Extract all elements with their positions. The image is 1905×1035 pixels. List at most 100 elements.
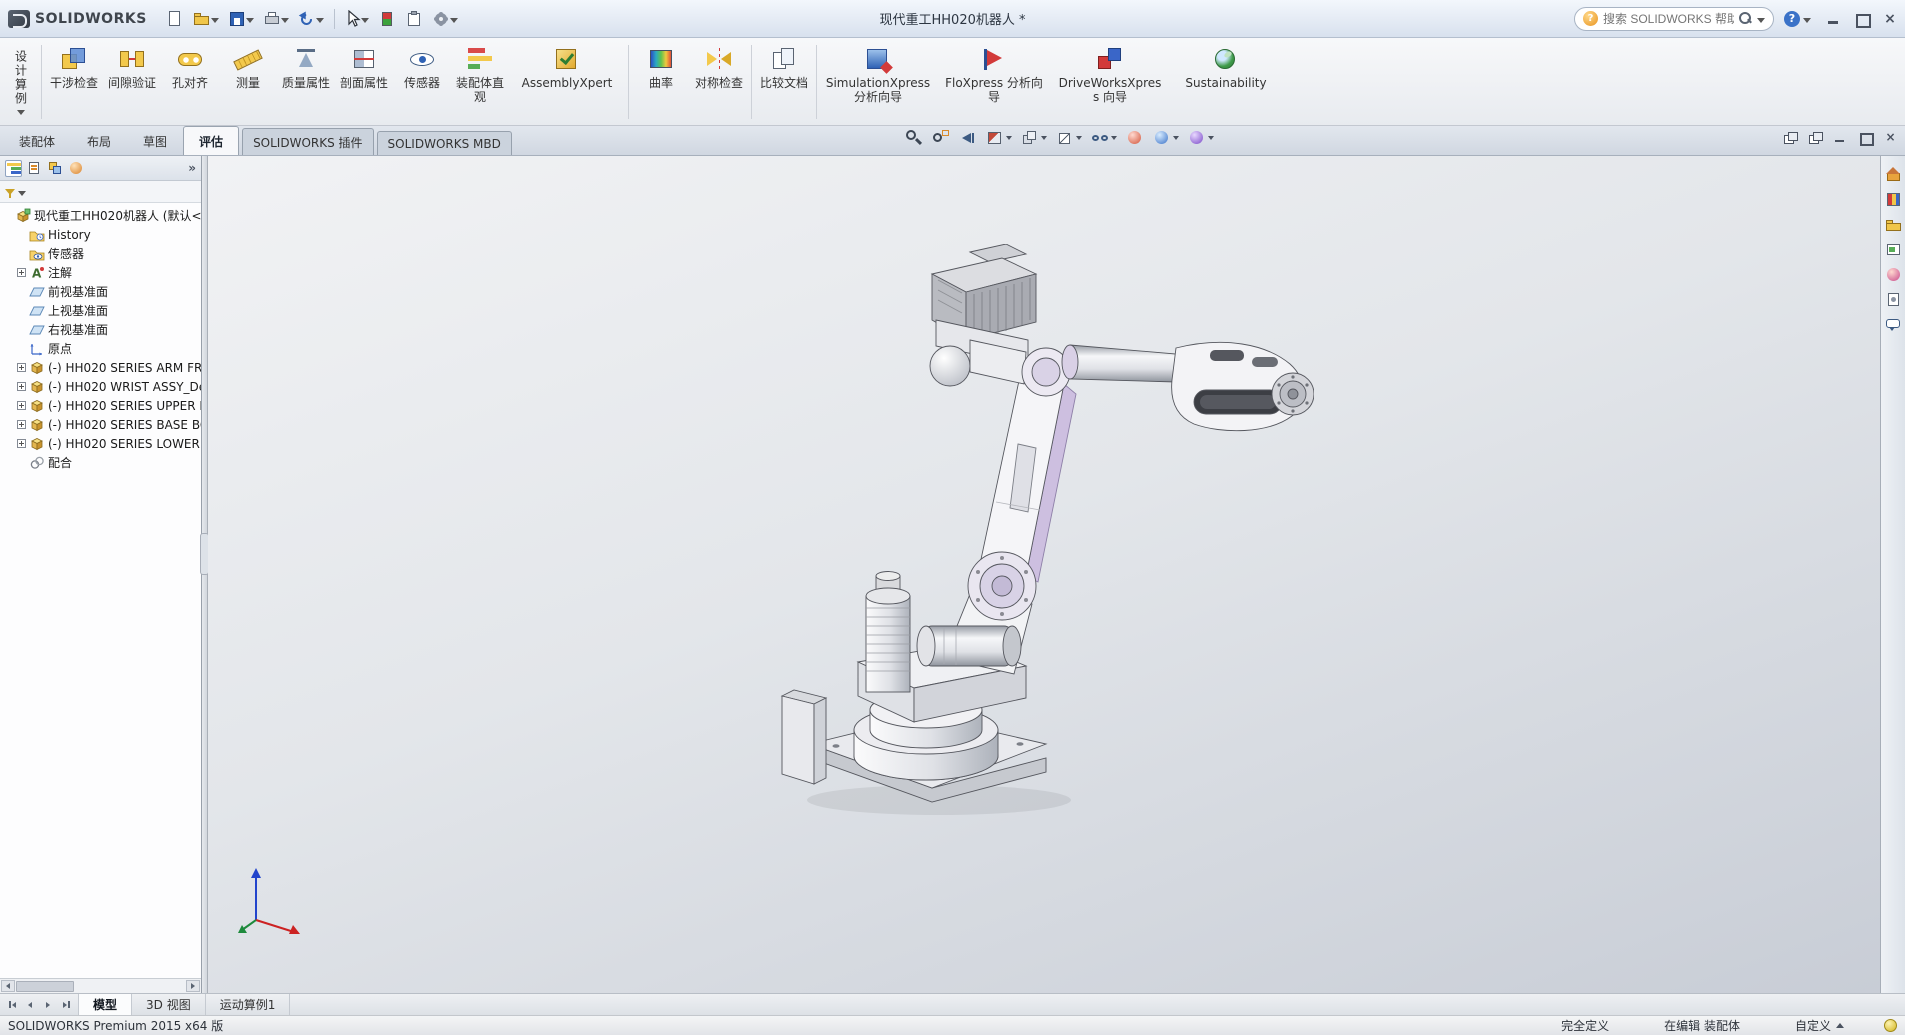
expand-plus-icon[interactable] [17,268,26,277]
print-button[interactable] [260,6,292,32]
interference-detection-button[interactable]: 干涉检查 [45,41,103,123]
symmetry-check-button[interactable]: 对称检查 [690,41,748,123]
hole-alignment-button[interactable]: 孔对齐 [161,41,219,123]
hide-show-items-button[interactable] [1091,129,1117,147]
tree-item-component[interactable]: (-) HH020 SERIES ARM FR [3,358,201,377]
expand-plus-icon[interactable] [17,439,26,448]
compare-documents-button[interactable]: 比较文档 [755,41,813,123]
scroll-right-icon[interactable] [186,980,200,992]
file-explorer-icon[interactable] [1885,216,1902,233]
assembly-visualization-button[interactable]: 装配体直观 [451,41,509,123]
restore-document-icon[interactable] [1859,132,1872,143]
robot-base-bracket[interactable] [782,690,826,784]
minimize-document-icon[interactable] [1834,132,1847,143]
simulationxpress-button[interactable]: SimulationXpress 分析向导 [820,41,936,123]
tree-filter-bar[interactable] [0,181,201,203]
section-view-button[interactable] [986,129,1012,147]
tree-item-front-plane[interactable]: 前视基准面 [3,282,201,301]
undo-button[interactable] [295,6,327,32]
chevron-up-icon[interactable] [1836,1023,1844,1028]
view-settings-button[interactable] [1188,129,1214,147]
sensor-button[interactable]: 传感器 [393,41,451,123]
configurationmanager-icon[interactable] [47,160,64,177]
appearances-scenes-icon[interactable] [1885,266,1902,283]
displaymanager-icon[interactable] [68,160,85,177]
search-input[interactable] [1603,12,1734,26]
previous-tab-icon[interactable] [23,998,37,1012]
arrange-windows-icon[interactable] [1784,132,1797,143]
last-tab-icon[interactable] [59,998,73,1012]
floxpress-button[interactable]: FloXpress 分析向导 [936,41,1052,123]
view-palette-icon[interactable] [1885,241,1902,258]
rebuild-button[interactable] [375,6,399,32]
tree-item-annotations[interactable]: A 注解 [3,263,201,282]
design-library-icon[interactable] [1885,191,1902,208]
new-document-button[interactable] [163,6,187,32]
design-study-button[interactable]: 设计算例 [4,41,38,123]
custom-properties-icon[interactable] [1885,291,1902,308]
tree-root-assembly[interactable]: 现代重工HH020机器人 (默认< [3,206,201,225]
robot-servo-cylinder[interactable] [917,626,1021,666]
tab-evaluate[interactable]: 评估 [183,126,239,155]
expand-plus-icon[interactable] [17,401,26,410]
apply-scene-button[interactable] [1153,129,1179,147]
panel-overflow-chevron-icon[interactable]: » [188,161,196,175]
previous-view-button[interactable] [959,129,977,147]
featuremanager-tree-icon[interactable] [5,160,22,177]
robot-main-arm[interactable] [980,364,1076,582]
tree-horizontal-scrollbar[interactable] [0,978,201,993]
tab-model[interactable]: 模型 [79,994,132,1015]
first-tab-icon[interactable] [5,998,19,1012]
section-properties-button[interactable]: 剖面属性 [335,41,393,123]
tab-assembly[interactable]: 装配体 [3,126,71,155]
measure-button[interactable]: 测量 [219,41,277,123]
tree-item-mates[interactable]: 配合 [3,453,201,472]
maximize-window-icon[interactable] [1855,13,1869,25]
clearance-verification-button[interactable]: 间隙验证 [103,41,161,123]
scrollbar-thumb[interactable] [16,981,74,992]
tree-item-origin[interactable]: 原点 [3,339,201,358]
minimize-window-icon[interactable] [1827,13,1841,25]
next-tab-icon[interactable] [41,998,55,1012]
tree-item-component[interactable]: (-) HH020 SERIES UPPER F [3,396,201,415]
zoom-to-fit-button[interactable] [905,129,923,147]
tree-item-component[interactable]: (-) HH020 WRIST ASSY_De [3,377,201,396]
solidworks-forum-icon[interactable] [1885,316,1902,333]
tree-item-right-plane[interactable]: 右视基准面 [3,320,201,339]
quick-tips-icon[interactable] [1884,1019,1897,1032]
expand-plus-icon[interactable] [17,363,26,372]
driveworksxpress-button[interactable]: DriveWorksXpress 向导 [1052,41,1168,123]
robot-model[interactable] [774,244,1314,824]
file-properties-button[interactable] [402,6,426,32]
chevron-down-icon[interactable] [1757,18,1765,23]
robot-shoulder-joint[interactable] [968,552,1036,620]
scroll-left-icon[interactable] [1,980,15,992]
mass-properties-button[interactable]: 质量属性 [277,41,335,123]
save-button[interactable] [225,6,257,32]
sustainability-button[interactable]: Sustainability [1168,41,1284,123]
search-icon[interactable] [1739,12,1752,25]
select-button[interactable] [342,6,372,32]
new-window-icon[interactable] [1809,132,1822,143]
tree-item-top-plane[interactable]: 上视基准面 [3,301,201,320]
display-style-button[interactable] [1056,129,1082,147]
tree-item-history[interactable]: History [3,225,201,244]
solidworks-resources-icon[interactable] [1885,166,1902,183]
options-button[interactable] [429,6,461,32]
robot-tool-flange[interactable] [1272,373,1314,415]
tab-layout[interactable]: 布局 [71,126,127,155]
tab-sketch[interactable]: 草图 [127,126,183,155]
tree-item-component[interactable]: (-) HH020 SERIES BASE BO [3,415,201,434]
curvature-button[interactable]: 曲率 [632,41,690,123]
tree-item-component[interactable]: (-) HH020 SERIES LOWER [3,434,201,453]
tree-item-sensors[interactable]: 传感器 [3,244,201,263]
tab-3d-views[interactable]: 3D 视图 [132,994,206,1015]
units-selector[interactable]: 自定义 [1795,1017,1831,1034]
close-document-icon[interactable]: × [1884,132,1897,143]
tab-solidworks-mbd[interactable]: SOLIDWORKS MBD [377,131,512,155]
zoom-to-area-button[interactable] [932,129,950,147]
propertymanager-icon[interactable] [26,160,43,177]
help-menu[interactable]: ? [1784,11,1811,27]
expand-plus-icon[interactable] [17,382,26,391]
tab-solidworks-addins[interactable]: SOLIDWORKS 插件 [242,128,373,155]
